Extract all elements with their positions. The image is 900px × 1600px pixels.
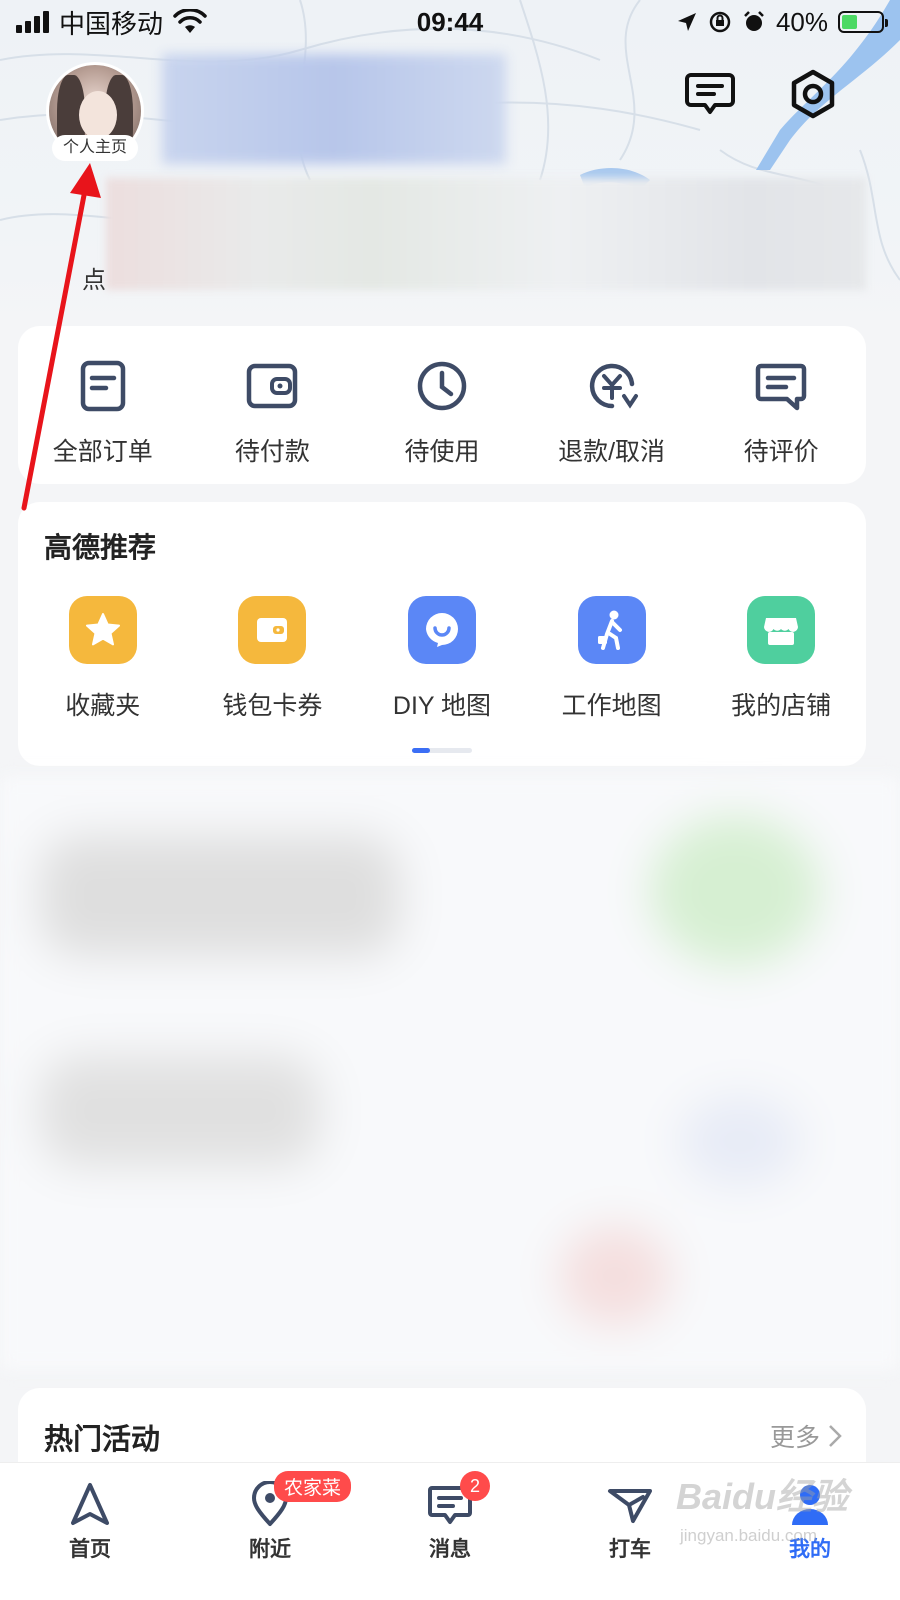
unread-badge: 2 bbox=[460, 1471, 490, 1501]
promo-tag: 农家菜 bbox=[274, 1471, 352, 1502]
order-to-review[interactable]: 待评价 bbox=[696, 358, 866, 468]
more-link[interactable]: 更多 bbox=[770, 1418, 842, 1454]
refund-icon bbox=[589, 363, 638, 409]
watermark-url: jingyan.baidu.com bbox=[680, 1526, 818, 1545]
chevron-right-icon bbox=[829, 1425, 842, 1447]
tab-messages[interactable]: 消息 2 bbox=[360, 1463, 540, 1600]
clock-icon bbox=[417, 361, 467, 411]
star-icon bbox=[68, 596, 137, 664]
tab-home[interactable]: 首页 bbox=[0, 1463, 180, 1600]
hot-activities-title: 热门活动 bbox=[44, 1424, 161, 1456]
taxi-icon bbox=[608, 1489, 652, 1523]
battery-icon bbox=[838, 11, 888, 33]
location-arrow-icon bbox=[677, 13, 696, 31]
info-blurred bbox=[106, 178, 866, 290]
wifi-icon bbox=[173, 9, 207, 33]
order-list-icon bbox=[80, 360, 126, 412]
order-all[interactable]: 全部订单 bbox=[18, 358, 188, 468]
tab-nearby[interactable]: 附近 农家菜 bbox=[180, 1463, 360, 1600]
watermark-logo: Baidu经验 bbox=[676, 1476, 849, 1517]
partial-text: 点 bbox=[82, 267, 106, 294]
work-map-shortcut[interactable]: 工作地图 bbox=[527, 596, 697, 722]
battery-percent: 40% bbox=[775, 6, 828, 37]
carrier-name: 中国移动 bbox=[59, 8, 164, 39]
orders-card: 全部订单 待付款 待使用 退款/取消 待评价 bbox=[18, 326, 866, 484]
smile-pin-icon bbox=[407, 596, 476, 664]
worker-icon bbox=[577, 596, 646, 664]
message-icon bbox=[685, 73, 735, 114]
blurred-content bbox=[0, 776, 900, 1370]
alarm-icon bbox=[744, 11, 764, 31]
wallet-icon bbox=[247, 363, 298, 409]
order-to-use[interactable]: 待使用 bbox=[357, 358, 527, 468]
order-refund[interactable]: 退款/取消 bbox=[527, 358, 697, 468]
store-icon bbox=[747, 596, 816, 664]
wallet-icon bbox=[238, 596, 307, 664]
diy-map-shortcut[interactable]: DIY 地图 bbox=[357, 596, 527, 722]
wallet-shortcut[interactable]: 钱包卡券 bbox=[188, 596, 358, 722]
order-pending-payment[interactable]: 待付款 bbox=[188, 358, 358, 468]
message-button[interactable] bbox=[682, 66, 738, 122]
gear-icon bbox=[791, 69, 835, 119]
profile-link[interactable]: 个人主页 bbox=[52, 135, 138, 161]
recommend-title: 高德推荐 bbox=[44, 532, 157, 563]
username-blurred bbox=[162, 54, 506, 164]
settings-button[interactable] bbox=[785, 66, 841, 122]
navigate-icon bbox=[71, 1483, 109, 1525]
page-indicator bbox=[412, 748, 472, 753]
favorites-shortcut[interactable]: 收藏夹 bbox=[18, 596, 188, 722]
rotation-lock-icon bbox=[709, 11, 731, 33]
my-store-shortcut[interactable]: 我的店铺 bbox=[696, 596, 866, 722]
status-bar: 中国移动 09:44 40% bbox=[0, 0, 900, 44]
recommend-card: 高德推荐 收藏夹 钱包卡券 DIY 地图 工作地图 我的店铺 bbox=[18, 502, 866, 766]
comment-icon bbox=[755, 363, 807, 411]
signal-icon bbox=[16, 11, 49, 33]
